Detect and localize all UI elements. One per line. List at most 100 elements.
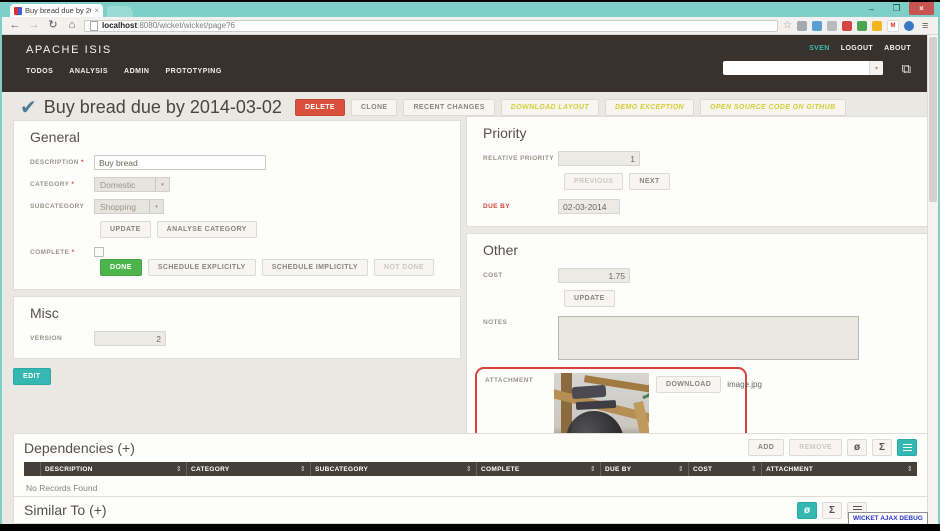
gmail-extension-icon[interactable]: M (887, 20, 899, 32)
category-row: CATEGORY * Domestic ▾ (30, 177, 444, 192)
download-layout-button[interactable]: DOWNLOAD LAYOUT (501, 99, 599, 116)
sort-icon[interactable]: ⇕ (300, 465, 306, 473)
priority-actions: PREVIOUS NEXT (564, 173, 912, 190)
sort-icon[interactable]: ⇕ (176, 465, 182, 473)
analyse-category-button[interactable]: ANALYSE CATEGORY (157, 221, 257, 238)
category-select[interactable]: Domestic ▾ (94, 177, 170, 192)
new-tab-button[interactable] (107, 6, 133, 17)
misc-panel-title: Misc (30, 305, 444, 321)
priority-panel: Priority RELATIVE PRIORITY PREVIOUS NEXT… (466, 116, 929, 227)
url-bar[interactable]: localhost:8080/wicket/wicket/page?6 (84, 20, 778, 32)
extension-icon[interactable] (827, 21, 837, 31)
attachment-label: ATTACHMENT (485, 377, 554, 384)
delete-button[interactable]: DELETE (295, 99, 345, 116)
download-button[interactable]: DOWNLOAD (656, 376, 721, 393)
update-button[interactable]: UPDATE (100, 221, 151, 238)
notes-textarea[interactable] (558, 316, 859, 360)
maximize-button[interactable]: ❐ (884, 2, 909, 15)
column-subcategory[interactable]: SUBCATEGORY⇕ (311, 462, 477, 476)
complete-actions: DONE SCHEDULE EXPLICITLY SCHEDULE IMPLIC… (100, 259, 444, 276)
column-complete[interactable]: COMPLETE⇕ (477, 462, 601, 476)
app-header: APACHE ISIS TODOS ANALYSIS ADMIN PROTOTY… (2, 35, 927, 92)
done-button[interactable]: DONE (100, 259, 142, 276)
schedule-implicitly-button[interactable]: SCHEDULE IMPLICITLY (262, 259, 368, 276)
extension-icon[interactable] (857, 21, 867, 31)
cost-actions: UPDATE (564, 290, 912, 307)
edit-button[interactable]: EDIT (13, 368, 51, 385)
global-search-select[interactable]: ▾ (723, 61, 883, 75)
app-brand[interactable]: APACHE ISIS (26, 44, 112, 56)
column-attachment[interactable]: ATTACHMENT⇕ (762, 462, 917, 476)
column-due-by[interactable]: DUE BY⇕ (601, 462, 689, 476)
extension-icon[interactable] (904, 21, 914, 31)
select-column-header (24, 462, 41, 476)
bottom-black-bar (0, 524, 940, 531)
column-description[interactable]: DESCRIPTION⇕ (41, 462, 187, 476)
sort-icon[interactable]: ⇕ (678, 465, 684, 473)
entity-title-row: ✔ Buy bread due by 2014-03-02 DELETE CLO… (20, 97, 846, 118)
summary-sigma-icon[interactable]: Σ (872, 439, 892, 456)
column-cost[interactable]: COST⇕ (689, 462, 762, 476)
sort-icon[interactable]: ⇕ (751, 465, 757, 473)
app-menubar: TODOS ANALYSIS ADMIN PROTOTYPING (26, 68, 222, 75)
minimize-button[interactable]: – (859, 2, 884, 15)
due-by-input[interactable] (558, 199, 620, 214)
list-icon (903, 444, 912, 452)
recent-changes-button[interactable]: RECENT CHANGES (403, 99, 494, 116)
cost-label: COST (483, 272, 558, 279)
scrollbar[interactable] (927, 35, 938, 524)
update-button[interactable]: UPDATE (564, 290, 615, 307)
about-link[interactable]: ABOUT (884, 45, 911, 52)
forward-icon[interactable]: → (27, 20, 41, 31)
other-panel-title: Other (483, 242, 912, 258)
copy-icon[interactable]: ⧉ (902, 62, 911, 75)
close-button[interactable]: × (909, 2, 934, 15)
clone-button[interactable]: CLONE (351, 99, 398, 116)
subcategory-select[interactable]: Shopping ▾ (94, 199, 164, 214)
due-by-label: DUE BY (483, 203, 558, 210)
next-button[interactable]: NEXT (629, 173, 669, 190)
menu-todos[interactable]: TODOS (26, 68, 53, 75)
tab-close-icon[interactable]: × (94, 7, 99, 15)
logout-link[interactable]: LOGOUT (841, 45, 873, 52)
description-input[interactable] (94, 155, 266, 170)
dependencies-header: Dependencies (+) ADD REMOVE ø Σ (24, 439, 917, 456)
sort-icon[interactable]: ⇕ (590, 465, 596, 473)
sort-icon[interactable]: ⇕ (907, 465, 913, 473)
demo-exception-button[interactable]: DEMO EXCEPTION (605, 99, 694, 116)
open-source-button[interactable]: OPEN SOURCE CODE ON GITHUB (700, 99, 846, 116)
sort-icon[interactable]: ⇕ (466, 465, 472, 473)
tab-title: Buy bread due by 20 (25, 6, 91, 15)
add-button[interactable]: ADD (748, 439, 784, 456)
browser-menu-icon[interactable]: ≡ (922, 20, 928, 32)
entity-actions: DELETE CLONE RECENT CHANGES DOWNLOAD LAY… (295, 99, 846, 116)
chevron-down-icon[interactable]: ▾ (869, 61, 883, 75)
menu-prototyping[interactable]: PROTOTYPING (165, 68, 221, 75)
column-category[interactable]: CATEGORY⇕ (187, 462, 311, 476)
remove-button: REMOVE (789, 439, 842, 456)
version-input (94, 331, 166, 346)
extension-icon[interactable] (872, 21, 882, 31)
list-view-icon[interactable] (897, 439, 917, 456)
bookmark-star-icon[interactable]: ☆ (783, 20, 792, 31)
summary-sigma-icon[interactable]: Σ (822, 502, 842, 519)
browser-tab[interactable]: Buy bread due by 20 × (10, 4, 103, 17)
complete-checkbox[interactable] (94, 247, 104, 257)
hide-columns-icon[interactable]: ø (847, 439, 867, 456)
extension-icon[interactable] (812, 21, 822, 31)
reload-icon[interactable]: ↻ (46, 20, 60, 31)
scrollbar-thumb[interactable] (929, 37, 937, 202)
extension-icon[interactable] (842, 21, 852, 31)
menu-admin[interactable]: ADMIN (124, 68, 149, 75)
subcategory-label: SUBCATEGORY (30, 203, 94, 210)
page-title: Buy bread due by 2014-03-02 (44, 97, 282, 118)
hide-columns-icon[interactable]: ø (797, 502, 817, 519)
category-label: CATEGORY * (30, 181, 94, 188)
back-icon[interactable]: ← (8, 20, 22, 31)
user-name-link[interactable]: SVEN (809, 45, 830, 52)
schedule-explicitly-button[interactable]: SCHEDULE EXPLICITLY (148, 259, 256, 276)
menu-analysis[interactable]: ANALYSIS (69, 68, 108, 75)
home-icon[interactable]: ⌂ (65, 20, 79, 31)
wicket-ajax-debug-link[interactable]: WICKET AJAX DEBUG (848, 512, 928, 524)
extension-icon[interactable] (797, 21, 807, 31)
